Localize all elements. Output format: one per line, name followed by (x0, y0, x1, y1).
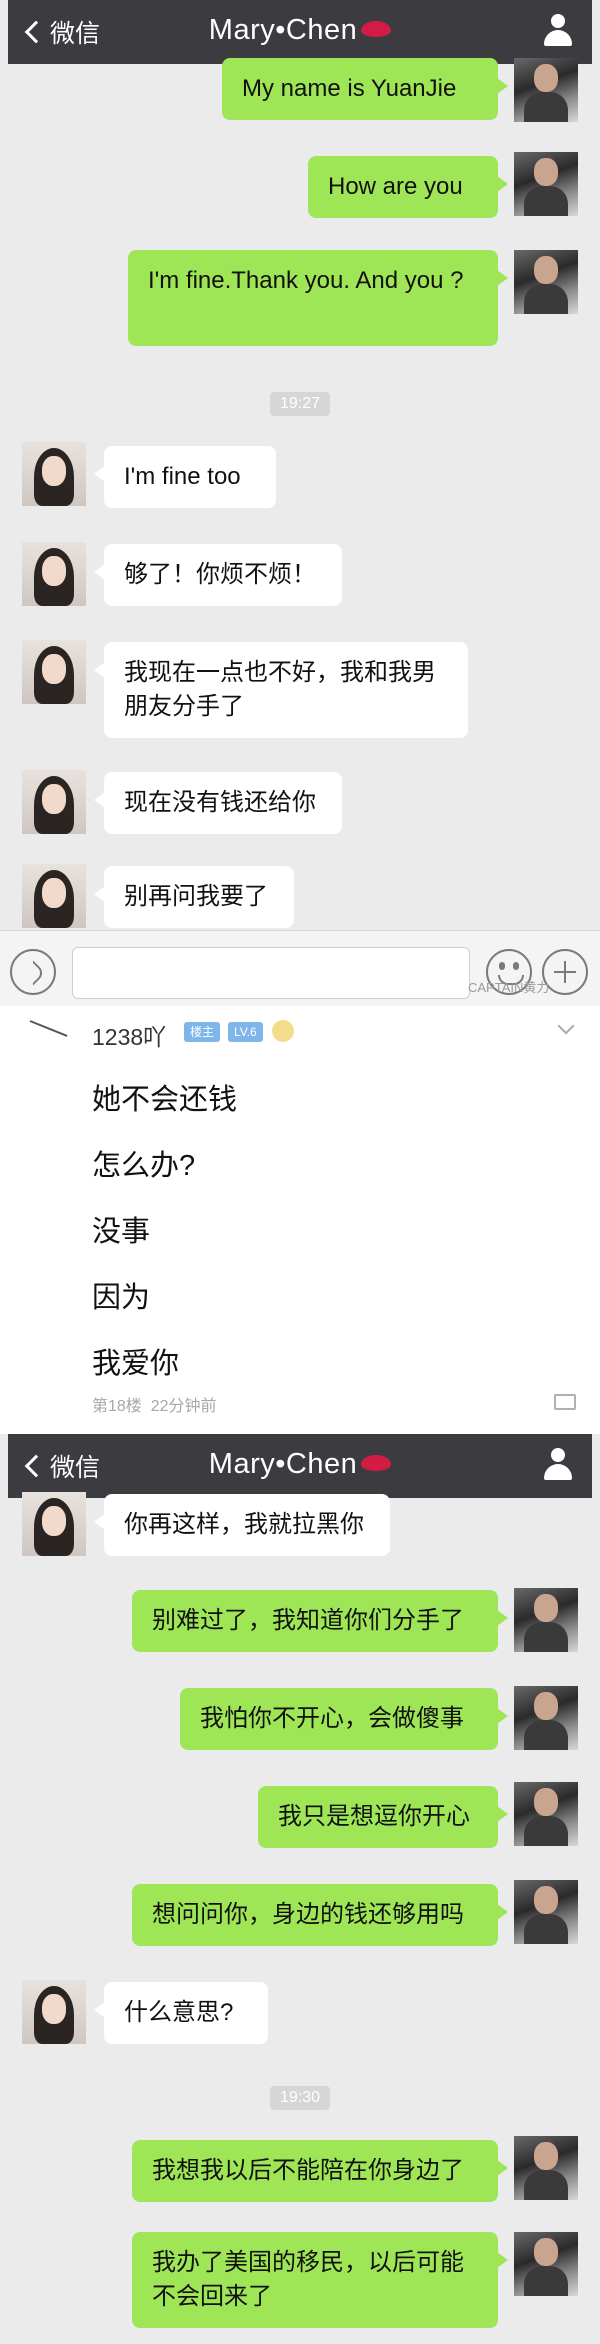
message-bubble-sent[interactable]: 想问问你，身边的钱还够用吗 (132, 1884, 508, 1946)
chat-timestamp: 19:27 (270, 392, 330, 416)
contact-avatar[interactable] (22, 442, 86, 506)
level-badge: LV.6 (228, 1022, 263, 1042)
my-avatar[interactable] (514, 1880, 578, 1944)
message-bubble-received[interactable]: 我现在一点也不好，我和我男朋友分手了 (94, 642, 468, 738)
contact-person-icon[interactable] (542, 14, 574, 48)
message-bubble-received[interactable]: I'm fine too (94, 446, 276, 508)
my-avatar[interactable] (514, 2136, 578, 2200)
chat-title-wrap: Mary•Chen (8, 1448, 592, 1481)
message-bubble-sent[interactable]: 我只是想逗你开心 (258, 1786, 508, 1848)
message-bubble-sent[interactable]: How are you (308, 156, 508, 218)
user-avatar-stroke (29, 1020, 68, 1037)
sun-badge-icon (272, 1020, 294, 1042)
post-meta: 第18楼 22分钟前 (92, 1392, 217, 1416)
my-avatar[interactable] (514, 1686, 578, 1750)
contact-avatar[interactable] (22, 640, 86, 704)
lips-emoji-icon (361, 21, 392, 38)
my-avatar[interactable] (514, 1782, 578, 1846)
voice-icon[interactable] (10, 949, 56, 995)
contact-avatar[interactable] (22, 770, 86, 834)
my-avatar[interactable] (514, 250, 578, 314)
chat-header: 微信 Mary•Chen (8, 0, 592, 64)
contact-avatar[interactable] (22, 864, 86, 928)
chat-title-wrap: Mary•Chen (8, 14, 592, 47)
chat-header: 微信 Mary•Chen (8, 1434, 592, 1498)
post-floor: 第18楼 (92, 1398, 142, 1415)
my-avatar[interactable] (514, 1588, 578, 1652)
post-line: 因为 (92, 1282, 151, 1314)
post-line: 她不会还钱 (92, 1084, 238, 1116)
chevron-down-icon[interactable] (557, 1017, 575, 1035)
message-bubble-received[interactable]: 现在没有钱还给你 (94, 772, 342, 834)
comment-icon[interactable] (554, 1394, 576, 1410)
forum-post: 1238吖 楼主 LV.6 她不会还钱 怎么办? 没事 因为 我爱你 第18楼 … (0, 1006, 600, 1434)
message-bubble-sent[interactable]: I'm fine.Thank you. And you ? (128, 250, 508, 346)
contact-avatar[interactable] (22, 1492, 86, 1556)
message-bubble-received[interactable]: 你再这样，我就拉黑你 (94, 1494, 390, 1556)
message-bubble-received[interactable]: 够了！你烦不烦！ (94, 544, 342, 606)
watermark: CAPTAIN黄力 (468, 980, 550, 995)
message-bubble-received[interactable]: 别再问我要了 (94, 866, 294, 928)
message-bubble-sent[interactable]: 别难过了，我知道你们分手了 (132, 1590, 508, 1652)
message-input[interactable] (72, 947, 470, 999)
contact-avatar[interactable] (22, 542, 86, 606)
contact-person-icon[interactable] (542, 1448, 574, 1482)
message-bubble-received[interactable]: 什么意思? (94, 1982, 268, 2044)
message-bubble-sent[interactable]: My name is YuanJie (222, 58, 508, 120)
post-line: 我爱你 (92, 1348, 180, 1380)
chat-title: Mary•Chen (208, 14, 358, 46)
contact-avatar[interactable] (22, 1980, 86, 2044)
my-avatar[interactable] (514, 152, 578, 216)
message-bubble-sent[interactable]: 我想我以后不能陪在你身边了 (132, 2140, 508, 2202)
chat-screen-1: 微信 Mary•Chen My name is YuanJie How are … (0, 0, 600, 1006)
lips-emoji-icon (361, 1455, 392, 1472)
chat-title: Mary•Chen (208, 1448, 358, 1480)
message-bubble-sent[interactable]: 我办了美国的移民，以后可能不会回来了 (132, 2232, 508, 2328)
message-bubble-sent[interactable]: 我怕你不开心，会做傻事 (180, 1688, 508, 1750)
post-line: 没事 (92, 1216, 151, 1248)
post-time: 22分钟前 (150, 1398, 217, 1415)
host-badge: 楼主 (184, 1022, 221, 1042)
post-username[interactable]: 1238吖 (92, 1018, 166, 1052)
chat-timestamp: 19:30 (270, 2086, 330, 2110)
my-avatar[interactable] (514, 58, 578, 122)
post-line: 怎么办? (92, 1150, 196, 1182)
my-avatar[interactable] (514, 2232, 578, 2296)
chat-screen-2: 微信 Mary•Chen 你再这样，我就拉黑你 别难过了，我知道你们分手了 我怕… (0, 1434, 600, 2344)
chat-input-bar: CAPTAIN黄力 (0, 930, 600, 1006)
